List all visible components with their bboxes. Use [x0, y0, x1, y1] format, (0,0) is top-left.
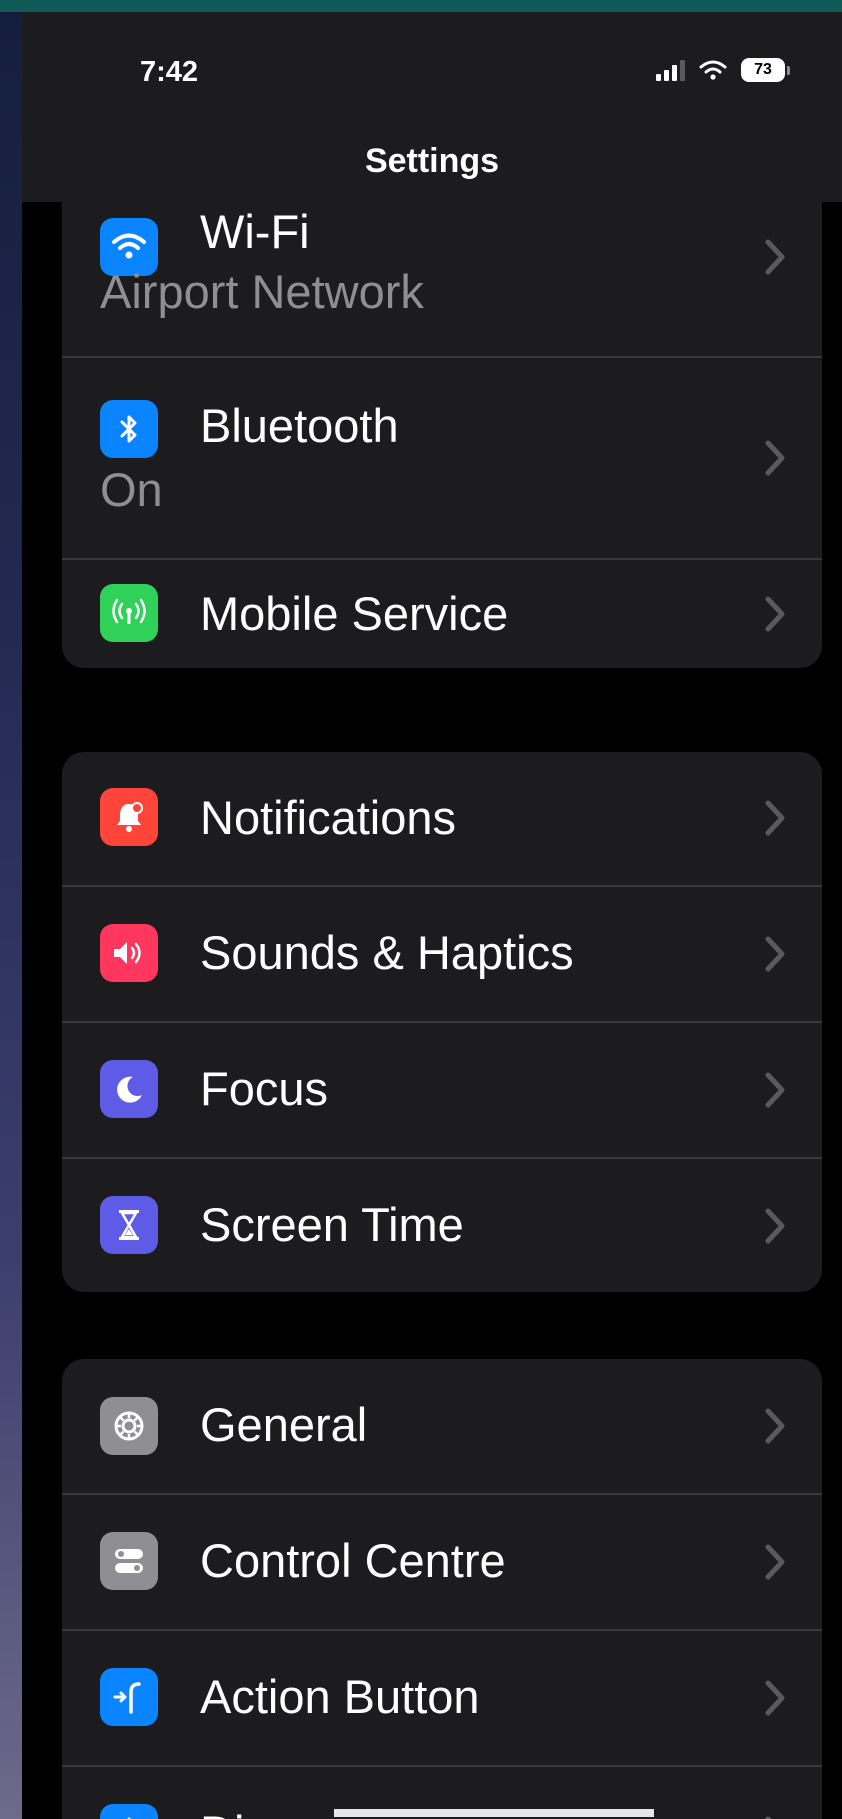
settings-row-notifications[interactable]: Notifications	[62, 752, 822, 887]
chevron-right-icon	[765, 596, 785, 632]
settings-row-label: Mobile Service	[200, 587, 509, 640]
settings-row-label: Screen Time	[200, 1198, 464, 1251]
chevron-right-icon	[765, 800, 785, 836]
connectivity-group: Wi-Fi Airport Network Bluetooth On Mobil…	[62, 152, 822, 668]
settings-row-bluetooth[interactable]: Bluetooth On	[62, 358, 822, 560]
notifications-group: Notifications Sounds & Haptics Focus Scr…	[62, 752, 822, 1292]
chevron-right-icon	[765, 1544, 785, 1580]
chevron-right-icon	[765, 440, 785, 476]
chevron-right-icon	[765, 1408, 785, 1444]
window-top-strip	[0, 0, 842, 12]
chevron-right-icon	[765, 1072, 785, 1108]
wifi-network-name: Airport Network	[100, 265, 424, 318]
settings-row-label: Bluetooth	[200, 399, 399, 452]
chevron-right-icon	[765, 1208, 785, 1244]
settings-row-sounds-haptics[interactable]: Sounds & Haptics	[62, 887, 822, 1023]
settings-row-general[interactable]: General	[62, 1359, 822, 1495]
settings-row-mobile-service[interactable]: Mobile Service	[62, 560, 822, 668]
settings-row-label: Wi-Fi	[200, 205, 310, 258]
bluetooth-icon	[100, 400, 158, 458]
settings-row-focus[interactable]: Focus	[62, 1023, 822, 1159]
chevron-right-icon	[765, 1816, 772, 1819]
bell-icon	[100, 788, 158, 846]
settings-row-label: Focus	[200, 1062, 328, 1115]
battery-icon: 73	[741, 58, 790, 82]
chevron-right-icon	[765, 1680, 785, 1716]
status-time: 7:42	[140, 56, 199, 88]
action-button-icon	[100, 1668, 158, 1726]
settings-row-label: Sounds & Haptics	[200, 926, 574, 979]
page-title: Settings	[364, 142, 500, 180]
settings-row-screen-time[interactable]: Screen Time	[62, 1159, 822, 1292]
cellular-signal-icon	[656, 59, 685, 81]
settings-row-display[interactable]: Di	[62, 1767, 822, 1819]
settings-row-control-centre[interactable]: Control Centre	[62, 1495, 822, 1631]
settings-row-label: General	[200, 1398, 368, 1451]
status-icons: 73	[656, 58, 790, 82]
battery-level: 73	[741, 58, 785, 82]
chevron-right-icon	[765, 936, 785, 972]
settings-row-action-button[interactable]: Action Button	[62, 1631, 822, 1767]
gear-icon	[100, 1397, 158, 1455]
settings-row-label: Di	[200, 1805, 244, 1819]
hourglass-icon	[100, 1196, 158, 1254]
redaction-bar	[334, 1809, 654, 1817]
general-group: General Control Centre Action Button	[62, 1359, 822, 1819]
navigation-header: 7:42 73 Settings	[22, 12, 842, 202]
moon-icon	[100, 1060, 158, 1118]
settings-row-label: Action Button	[200, 1670, 480, 1723]
phone-screen: Wi-Fi Airport Network Bluetooth On Mobil…	[22, 12, 842, 1819]
settings-row-label: Notifications	[200, 791, 456, 844]
speaker-icon	[100, 924, 158, 982]
bluetooth-status: On	[100, 463, 163, 516]
display-icon	[100, 1804, 158, 1819]
settings-row-label: Control Centre	[200, 1534, 506, 1587]
chevron-right-icon	[765, 239, 785, 275]
toggles-icon	[100, 1532, 158, 1590]
antenna-icon	[100, 584, 158, 642]
wifi-status-icon	[699, 60, 727, 80]
settings-list[interactable]: Wi-Fi Airport Network Bluetooth On Mobil…	[22, 12, 842, 1819]
